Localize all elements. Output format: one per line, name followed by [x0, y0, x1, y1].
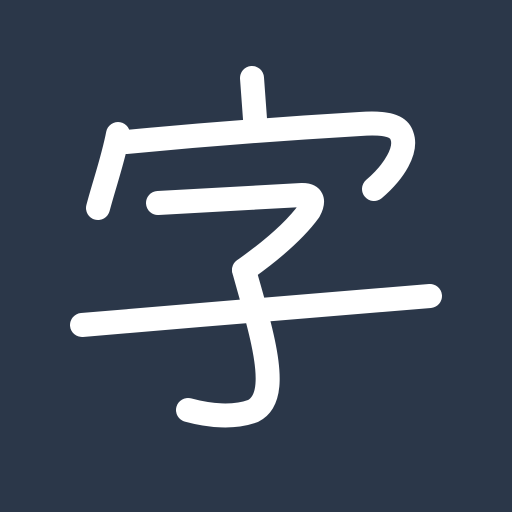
- app-icon: 字: [0, 0, 512, 512]
- glyph-stroke-child-top: [146, 183, 325, 282]
- kanji-ji-icon: [70, 66, 442, 428]
- glyph-stroke-child-vertical: [176, 258, 280, 428]
- glyph-stroke-roof-top: [114, 111, 416, 201]
- glyph-stroke-dot: [240, 66, 267, 131]
